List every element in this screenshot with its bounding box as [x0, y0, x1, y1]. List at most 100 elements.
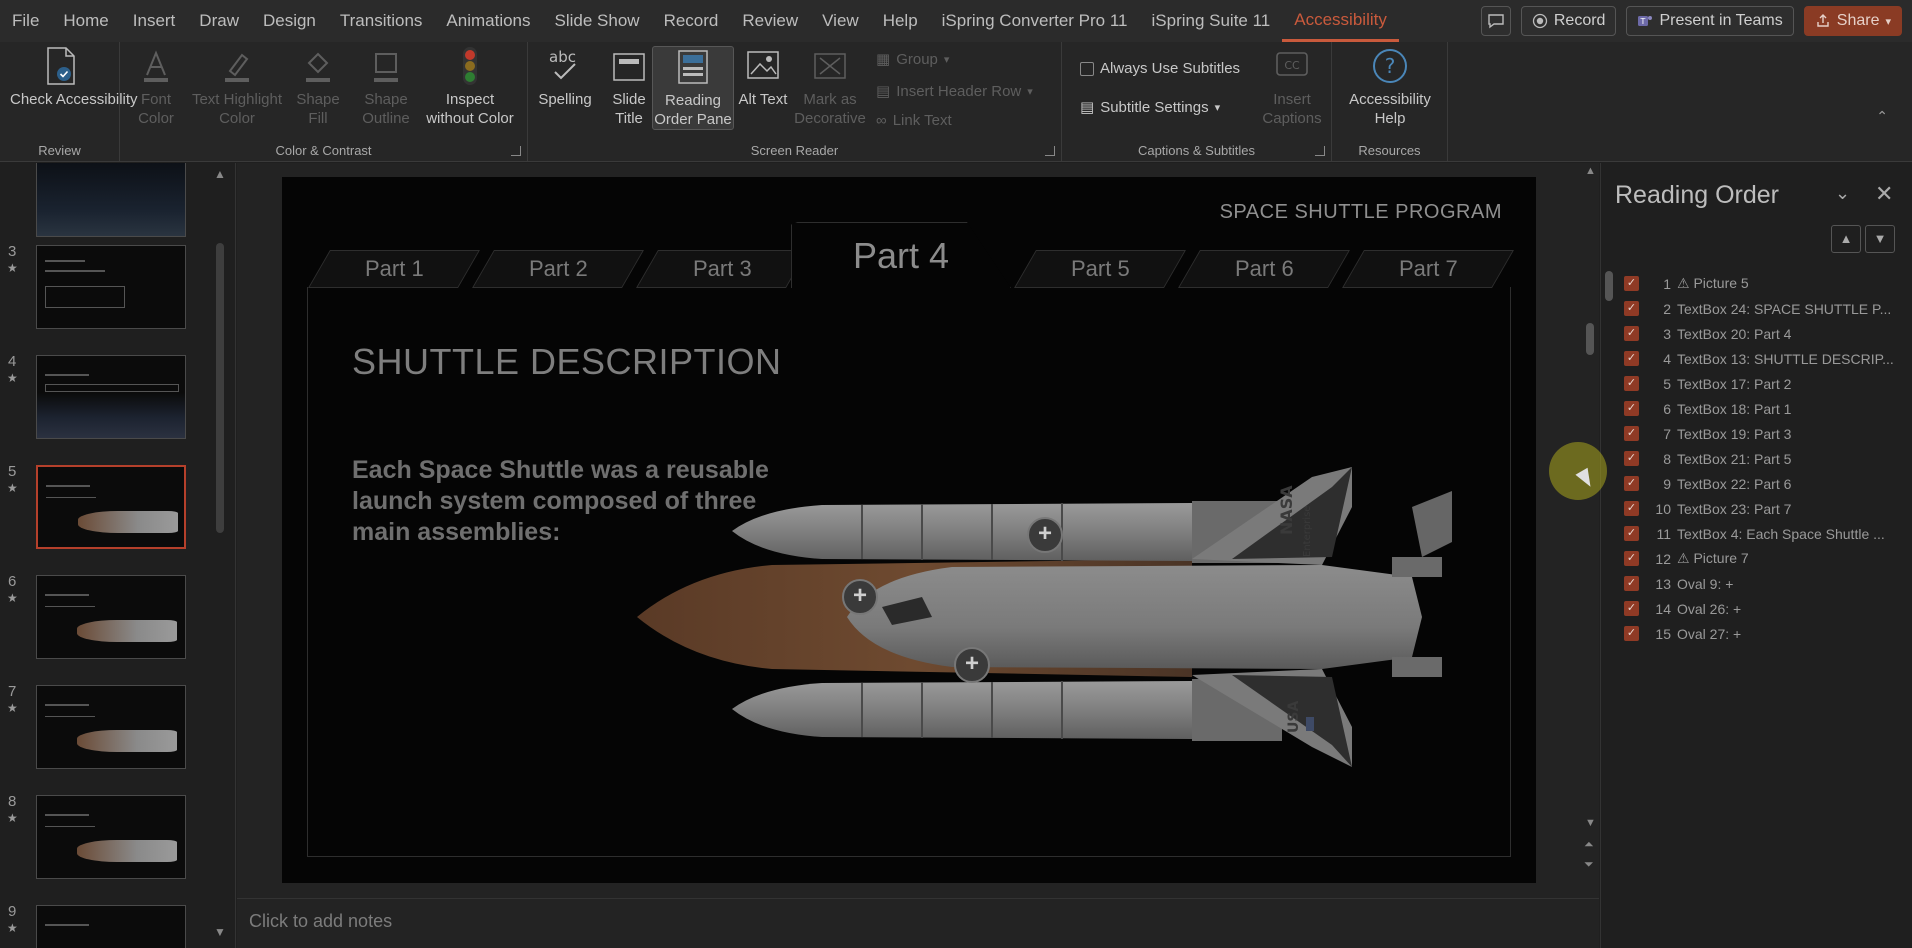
tab-review[interactable]: Review [730, 0, 810, 42]
reading-order-item[interactable]: ✓ 4 TextBox 13: SHUTTLE DESCRIP... [1601, 346, 1912, 371]
tab-transitions[interactable]: Transitions [328, 0, 435, 42]
slide-tab-part-7[interactable]: Part 7 [1342, 250, 1514, 288]
checkbox-checked-icon[interactable]: ✓ [1624, 376, 1639, 391]
checkbox-checked-icon[interactable]: ✓ [1624, 501, 1639, 516]
notes-pane[interactable]: Click to add notes [237, 898, 1599, 948]
checkbox-checked-icon[interactable]: ✓ [1624, 576, 1639, 591]
thumbnail-scrollbar[interactable] [216, 243, 224, 533]
checkbox-checked-icon[interactable]: ✓ [1624, 626, 1639, 641]
scroll-down-icon[interactable]: ▼ [214, 925, 226, 939]
slide-thumbnail[interactable] [36, 795, 186, 879]
scroll-up-icon[interactable]: ▲ [1585, 165, 1596, 177]
dialog-launcher-icon[interactable] [511, 146, 521, 156]
slide-thumbnail[interactable] [36, 905, 186, 948]
notes-placeholder[interactable]: Click to add notes [249, 911, 392, 932]
tab-view[interactable]: View [810, 0, 871, 42]
reading-order-item[interactable]: ✓ 3 TextBox 20: Part 4 [1601, 321, 1912, 346]
reading-order-item[interactable]: ✓ 7 TextBox 19: Part 3 [1601, 421, 1912, 446]
dialog-launcher-icon[interactable] [1315, 146, 1325, 156]
reading-order-item[interactable]: ✓ 15 Oval 27: + [1601, 621, 1912, 646]
tab-home[interactable]: Home [51, 0, 120, 42]
slide-thumbnail[interactable] [36, 163, 186, 237]
font-color-button[interactable]: Font Color [126, 46, 186, 128]
slide-tab-part-4[interactable]: Part 4 [791, 222, 1011, 288]
tab-ispring-converter[interactable]: iSpring Converter Pro 11 [930, 0, 1140, 42]
canvas-scrollbar[interactable]: ▲ ▼ ⏶ ⏷ [1582, 163, 1599, 898]
subtitle-settings-button[interactable]: ▤ Subtitle Settings ▾ [1080, 98, 1220, 117]
slide-title[interactable]: SHUTTLE DESCRIPTION [352, 341, 782, 383]
slide-tab-part-3[interactable]: Part 3 [636, 250, 808, 288]
checkbox-checked-icon[interactable]: ✓ [1624, 401, 1639, 416]
reading-order-item[interactable]: ✓ 13 Oval 9: + [1601, 571, 1912, 596]
accessibility-help-button[interactable]: ? Accessibility Help [1340, 46, 1440, 128]
slide[interactable]: SPACE SHUTTLE PROGRAM Part 1 Part 2 Part… [282, 177, 1536, 883]
check-accessibility-button[interactable]: Check Accessibility [10, 46, 138, 109]
tab-file[interactable]: File [0, 0, 51, 42]
slide-thumbnail[interactable] [36, 355, 186, 439]
reading-order-item[interactable]: ✓ 14 Oval 26: + [1601, 596, 1912, 621]
insert-captions-button[interactable]: CC Insert Captions [1260, 46, 1324, 128]
move-down-button[interactable]: ▼ [1865, 225, 1895, 253]
slide-thumbnail[interactable] [36, 245, 186, 329]
space-shuttle-image[interactable]: NASA Enterprise USA [632, 447, 1452, 807]
slide-tab-part-6[interactable]: Part 6 [1178, 250, 1350, 288]
share-button[interactable]: Share ▾ [1803, 6, 1902, 36]
canvas-scroll-thumb[interactable] [1586, 323, 1594, 355]
reading-order-item[interactable]: ✓ 6 TextBox 18: Part 1 [1601, 396, 1912, 421]
shape-fill-button[interactable]: Shape Fill [288, 46, 348, 128]
reading-order-item[interactable]: ✓ 2 TextBox 24: SPACE SHUTTLE P... [1601, 296, 1912, 321]
tab-help[interactable]: Help [871, 0, 930, 42]
record-button[interactable]: Record [1520, 6, 1617, 36]
scroll-up-icon[interactable]: ▲ [214, 167, 226, 181]
hotspot-oval-2[interactable]: + [1027, 517, 1063, 553]
tab-animations[interactable]: Animations [434, 0, 542, 42]
tab-draw[interactable]: Draw [187, 0, 251, 42]
spelling-button[interactable]: abc Spelling [534, 46, 596, 109]
slide-tab-part-1[interactable]: Part 1 [308, 250, 480, 288]
slide-thumbnail-selected[interactable] [36, 465, 186, 549]
hotspot-oval-3[interactable]: + [954, 647, 990, 683]
slide-tab-part-2[interactable]: Part 2 [472, 250, 644, 288]
tab-insert[interactable]: Insert [121, 0, 188, 42]
checkbox-checked-icon[interactable]: ✓ [1624, 426, 1639, 441]
checkbox-checked-icon[interactable]: ✓ [1624, 601, 1639, 616]
shape-outline-button[interactable]: Shape Outline [350, 46, 422, 128]
link-text-button[interactable]: ∞ Link Text [876, 112, 952, 129]
reading-order-item[interactable]: ✓ 10 TextBox 23: Part 7 [1601, 496, 1912, 521]
reading-order-item[interactable]: ✓ 9 TextBox 22: Part 6 [1601, 471, 1912, 496]
slide-tab-part-5[interactable]: Part 5 [1014, 250, 1186, 288]
chevron-down-icon[interactable]: ⌄ [1835, 183, 1850, 204]
slide-title-button[interactable]: Slide Title [600, 46, 658, 128]
reading-order-item[interactable]: ✓ 12 ⚠ Picture 7 [1601, 546, 1912, 571]
reading-order-item[interactable]: ✓ 8 TextBox 21: Part 5 [1601, 446, 1912, 471]
mark-as-decorative-button[interactable]: Mark as Decorative [790, 46, 870, 128]
checkbox-checked-icon[interactable]: ✓ [1624, 326, 1639, 341]
close-icon[interactable]: ✕ [1875, 181, 1893, 207]
present-in-teams-button[interactable]: T Present in Teams [1626, 6, 1794, 36]
checkbox-checked-icon[interactable]: ✓ [1624, 476, 1639, 491]
tab-record[interactable]: Record [652, 0, 731, 42]
scroll-down-icon[interactable]: ▼ [1585, 817, 1596, 829]
tab-design[interactable]: Design [251, 0, 328, 42]
group-button[interactable]: ▦ Group ▾ [876, 50, 949, 69]
previous-slide-icon[interactable]: ⏶ [1584, 837, 1594, 852]
slide-thumbnail[interactable] [36, 685, 186, 769]
comments-button[interactable] [1480, 6, 1511, 36]
move-up-button[interactable]: ▲ [1831, 225, 1861, 253]
checkbox-checked-icon[interactable]: ✓ [1624, 451, 1639, 466]
reading-order-item[interactable]: ✓ 5 TextBox 17: Part 2 [1601, 371, 1912, 396]
reading-order-item[interactable]: ✓ 1 ⚠ Picture 5 [1601, 271, 1912, 296]
text-highlight-button[interactable]: Text Highlight Color [190, 46, 284, 128]
tab-accessibility[interactable]: Accessibility [1282, 0, 1399, 42]
tab-slide-show[interactable]: Slide Show [543, 0, 652, 42]
always-use-subtitles-checkbox[interactable]: Always Use Subtitles [1080, 60, 1240, 77]
checkbox-checked-icon[interactable]: ✓ [1624, 551, 1639, 566]
inspect-without-color-button[interactable]: Inspect without Color [420, 46, 520, 128]
hotspot-oval-1[interactable]: + [842, 579, 878, 615]
reading-order-pane-button[interactable]: Reading Order Pane [652, 46, 734, 130]
checkbox-checked-icon[interactable]: ✓ [1624, 351, 1639, 366]
collapse-ribbon-icon[interactable]: ⌃ [1876, 108, 1888, 125]
checkbox-checked-icon[interactable]: ✓ [1624, 276, 1639, 291]
tab-ispring-suite[interactable]: iSpring Suite 11 [1140, 0, 1283, 42]
checkbox-checked-icon[interactable]: ✓ [1624, 526, 1639, 541]
